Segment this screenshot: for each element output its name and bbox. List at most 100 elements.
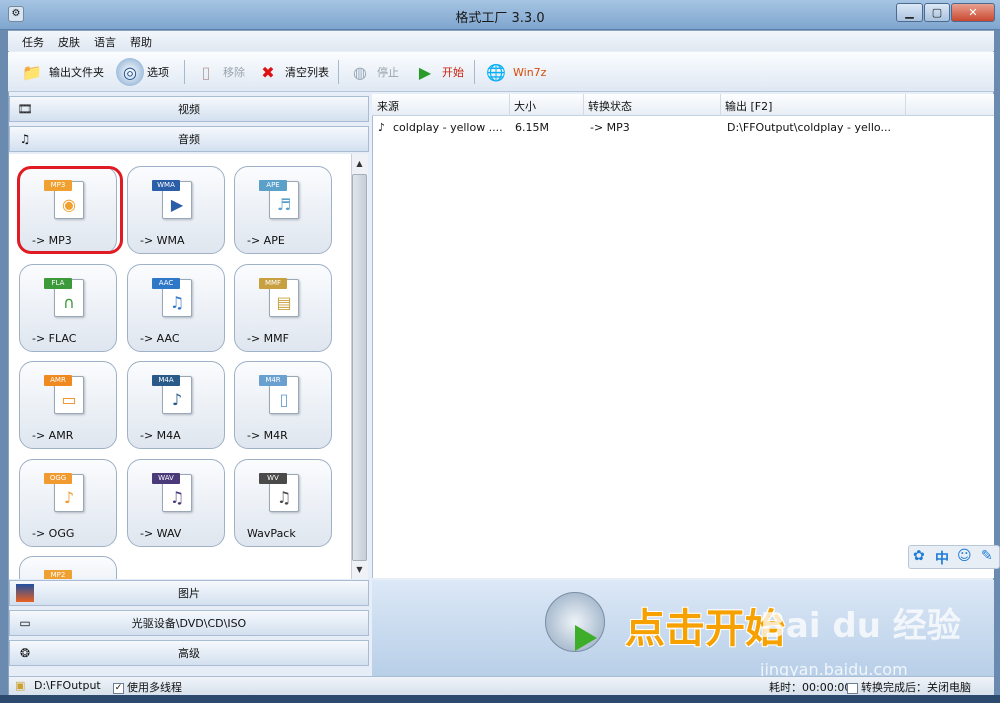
category-rom[interactable]: ▭ 光驱设备\DVD\CD\ISO [9,610,369,636]
format-tile-ape[interactable]: APE ♬ -> APE [234,166,332,254]
win7z-label: Win7z [513,65,547,79]
desktop-edge [0,695,1000,703]
advanced-reel-icon: ❂ [19,646,31,660]
app-icon[interactable]: ⚙ [8,6,24,22]
format-tile-m4r[interactable]: M4R ▯ -> M4R [234,361,332,449]
options-gear-icon: ◎ [116,58,144,86]
multithread-checkbox[interactable]: ✓ 使用多线程 [113,679,182,695]
row-size: 6.15M [515,121,549,134]
format-label: -> WMA [140,234,185,247]
music-note-icon: ♫ [19,132,31,146]
after-done-check[interactable] [847,682,858,694]
ime-toolbar[interactable]: ✿ 中 ☺ ✎ [908,545,1000,569]
start-label: 开始 [442,66,464,79]
format-tag: MP2 [44,570,72,579]
options-button[interactable]: ◎ 选项 [116,56,169,88]
clear-list-button[interactable]: ✖ 清空列表 [254,56,329,88]
smiley-icon[interactable]: ☺ [957,548,972,564]
category-audio-label: 音频 [178,133,200,146]
status-output-path[interactable]: D:\FFOutput [34,679,101,692]
multithread-label: 使用多线程 [127,681,182,694]
format-label: -> WAV [140,527,182,540]
format-label: -> APE [247,234,285,247]
paw-icon[interactable]: ✿ [913,548,925,564]
format-tag: AMR [44,375,72,386]
scroll-up-arrow[interactable]: ▲ [352,156,367,171]
format-label: -> AAC [140,332,180,345]
format-tile-amr[interactable]: AMR ▭ -> AMR [19,361,117,449]
format-tag: OGG [44,473,72,484]
title-bar: 格式工厂 3.3.0 [0,0,1000,30]
menu-task[interactable]: 任务 [22,34,44,50]
start-button[interactable]: ▶ 开始 [411,56,464,88]
format-tag: WAV [152,473,180,484]
format-symbol-icon: ▭ [61,390,77,409]
selection-highlight [17,166,123,254]
stop-button[interactable]: ◍ 停止 [346,56,399,88]
minimize-button[interactable]: ▁ [896,3,923,22]
category-picture[interactable]: 图片 [9,580,369,606]
scroll-down-arrow[interactable]: ▼ [352,562,367,577]
baidu-watermark: Bai du 经验 [760,606,961,646]
category-advanced[interactable]: ❂ 高级 [9,640,369,666]
format-tile-fla[interactable]: FLA ∩ -> FLAC [19,264,117,352]
remove-button[interactable]: ▯ 移除 [192,56,245,88]
format-tag: M4A [152,375,180,386]
column-output[interactable]: 输出 [F2] [725,98,772,114]
format-label: WavPack [247,527,296,540]
scrollbar-thumb[interactable] [352,174,367,561]
format-tag: M4R [259,375,287,386]
multithread-check[interactable]: ✓ [113,682,124,694]
category-rom-label: 光驱设备\DVD\CD\ISO [131,617,247,630]
format-tile-wav[interactable]: WAV ♫ -> WAV [127,459,225,547]
format-symbol-icon: ♪ [63,488,75,507]
format-tag: WV [259,473,287,484]
maximize-button[interactable]: ▢ [924,3,950,22]
ime-language[interactable]: 中 [935,548,949,568]
row-file-icon: ♪ [378,121,386,134]
status-bar: ▣ D:\FFOutput ✓ 使用多线程 耗时：00:00:00 转换完成后：关… [9,676,994,695]
column-source[interactable]: 来源 [377,98,399,114]
menu-help[interactable]: 帮助 [130,34,152,50]
format-tile-ogg[interactable]: OGG ♪ -> OGG [19,459,117,547]
row-source[interactable]: coldplay - yellow .... [393,121,503,134]
format-symbol-icon: ♬ [276,195,292,214]
task-list[interactable] [372,94,994,578]
format-tile-partial[interactable]: MP2 [19,556,117,579]
start-play-icon: ▶ [418,62,432,82]
format-tile-wv[interactable]: WV ♫ WavPack [234,459,332,547]
format-tile-wma[interactable]: WMA ▶ -> WMA [127,166,225,254]
remove-label: 移除 [223,66,245,79]
category-advanced-label: 高级 [178,647,200,660]
status-folder-icon[interactable]: ▣ [15,679,25,692]
format-label: -> AMR [32,429,74,442]
format-tile-m4a[interactable]: M4A ♪ -> M4A [127,361,225,449]
format-tile-mmf[interactable]: MMF ▤ -> MMF [234,264,332,352]
clear-x-icon: ✖ [261,62,275,82]
menu-skin[interactable]: 皮肤 [58,34,80,50]
output-folder-button[interactable]: 📁 输出文件夹 [18,56,104,88]
category-audio[interactable]: ♫ 音频 [9,126,369,152]
format-tile-aac[interactable]: AAC ♫ -> AAC [127,264,225,352]
column-status[interactable]: 转换状态 [588,98,632,114]
format-label: -> MMF [247,332,289,345]
remove-doc-icon: ▯ [201,62,211,82]
globe-icon: 🌐 [486,62,506,82]
output-folder-label: 输出文件夹 [49,66,104,79]
column-size[interactable]: 大小 [514,98,536,114]
format-tag: APE [259,180,287,191]
format-symbol-icon: ♫ [169,488,185,507]
film-icon: 🎞 [17,102,33,116]
category-video-label: 视频 [178,103,200,116]
format-tag: AAC [152,278,180,289]
format-symbol-icon: ∩ [63,293,75,312]
win7z-button[interactable]: 🌐 Win7z [482,56,546,88]
category-video[interactable]: 🎞 视频 [9,96,369,122]
menu-language[interactable]: 语言 [94,34,116,50]
format-symbol-icon: ▯ [279,390,289,409]
format-symbol-icon: ♪ [171,390,183,409]
pen-icon[interactable]: ✎ [981,548,993,564]
task-list-header: 来源 大小 转换状态 输出 [F2] [372,94,994,116]
close-button[interactable]: ✕ [951,3,995,22]
after-done-checkbox[interactable]: 转换完成后：关闭电脑 [847,679,971,695]
